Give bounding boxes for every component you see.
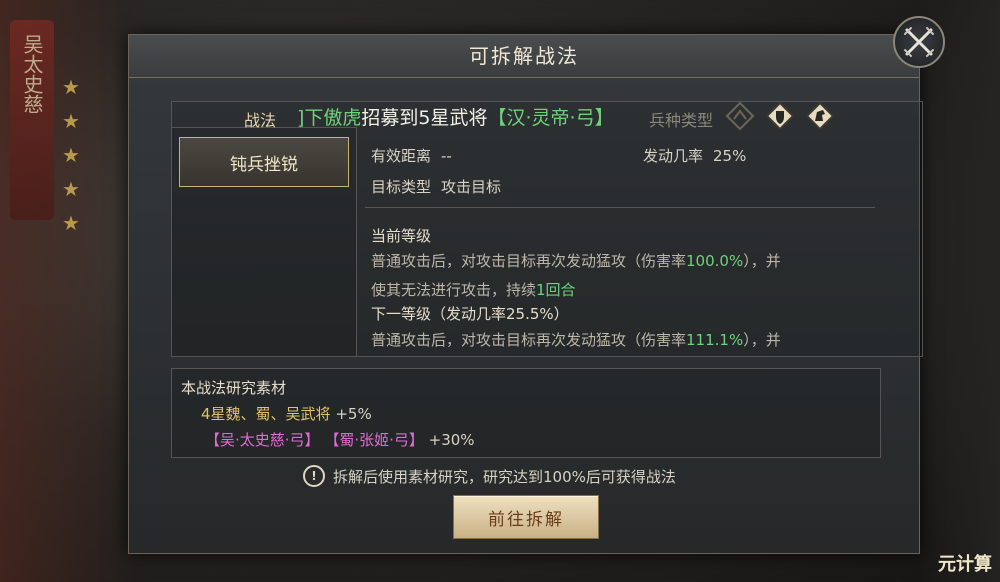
- divider: [365, 207, 875, 208]
- dismantle-skill-dialog: 可拆解战法 钝兵挫锐 战法 ]下傲虎招募到5星武将【汉·灵帝·弓】 兵种类型 有…: [128, 34, 923, 554]
- troop-type-label: 兵种类型: [649, 111, 714, 130]
- rate-row: 发动几率 25%: [643, 145, 746, 166]
- current-level-title: 当前等级: [371, 227, 432, 245]
- next-desc-line1: 普通攻击后，对攻击目标再次发动猛攻（伤害率111.1%），并: [371, 326, 781, 355]
- shield-icon: [765, 101, 795, 131]
- material-bonus: +5%: [335, 405, 372, 423]
- notice-text: 拆解后使用素材研究，研究达到100%后可获得战法: [333, 467, 676, 486]
- rate-label: 发动几率: [643, 147, 704, 165]
- duration: 1回合: [536, 281, 576, 299]
- horse-icon: [805, 101, 835, 131]
- star-icon: ★: [62, 143, 80, 167]
- materials-line-specific: 【吴·太史慈·弓】 【蜀·张姬·弓】 +30%: [205, 429, 475, 450]
- materials-title: 本战法研究素材: [181, 379, 287, 397]
- damage-rate: 100.0%: [686, 252, 744, 270]
- dialog-header: 可拆解战法: [129, 35, 919, 78]
- banner-text: 吴太史慈: [20, 34, 44, 114]
- star-icon: ★: [62, 177, 80, 201]
- range-row: 有效距离 --: [371, 145, 452, 166]
- desc-text: 普通攻击后，对攻击目标再次发动猛攻（伤害率: [371, 331, 687, 349]
- star-icon: ★: [62, 75, 80, 99]
- material-bonus: +30%: [428, 431, 475, 449]
- crossed-swords-close-icon: [904, 27, 934, 57]
- desc-text: ），并: [743, 331, 781, 349]
- next-level-desc: 普通攻击后，对攻击目标再次发动猛攻（伤害率111.1%），并: [371, 326, 781, 355]
- material-hero-1[interactable]: 【吴·太史慈·弓】: [205, 431, 320, 449]
- damage-rate: 111.1%: [686, 331, 744, 349]
- materials-line-generic: 4星魏、蜀、吴武将 +5%: [201, 403, 372, 424]
- go-dismantle-button[interactable]: 前往拆解: [453, 495, 599, 539]
- marquee-main: 招募到5星武将: [361, 107, 488, 129]
- watermark: 元计算: [938, 554, 992, 575]
- star-icon: ★: [62, 109, 80, 133]
- range-value: --: [441, 147, 452, 165]
- current-desc-line2: 使其无法进行攻击，持续1回合: [371, 276, 781, 305]
- desc-text: 普通攻击后，对攻击目标再次发动猛攻（伤害率: [371, 252, 687, 270]
- desc-text: 使其无法进行攻击，持续: [371, 281, 537, 299]
- target-label: 目标类型: [371, 178, 432, 196]
- next-level-title: 下一等级（发动几率25.5%）: [371, 305, 569, 323]
- star-icon: ★: [62, 211, 80, 235]
- skill-item-selected[interactable]: 钝兵挫锐: [179, 137, 349, 187]
- material-generic-heroes: 4星魏、蜀、吴武将: [201, 405, 331, 423]
- broadcast-marquee: ]下傲虎招募到5星武将【汉·灵帝·弓】: [297, 103, 614, 130]
- rate-value: 25%: [713, 147, 747, 165]
- target-row: 目标类型 攻击目标: [371, 176, 501, 197]
- warning-circle-icon: !: [303, 465, 325, 487]
- range-label: 有效距离: [371, 147, 432, 165]
- dialog-title: 可拆解战法: [469, 44, 579, 68]
- background-scene-right: [920, 0, 1000, 582]
- troop-type-icons: [725, 101, 835, 131]
- close-button[interactable]: [893, 16, 945, 68]
- notice: ! 拆解后使用素材研究，研究达到100%后可获得战法: [303, 465, 676, 487]
- target-value: 攻击目标: [441, 178, 502, 196]
- desc-text: ），并: [743, 252, 781, 270]
- marquee-hero: 【汉·灵帝·弓】: [487, 107, 614, 129]
- marquee-prefix: ]下傲虎: [297, 107, 362, 129]
- current-level-desc: 普通攻击后，对攻击目标再次发动猛攻（伤害率100.0%），并 使其无法进行攻击，…: [371, 247, 781, 305]
- cavalry-icon: [725, 101, 755, 131]
- skill-label: 战法: [244, 111, 277, 130]
- background-banner: 吴太史慈: [10, 20, 54, 220]
- material-hero-2[interactable]: 【蜀·张姬·弓】: [324, 431, 424, 449]
- background-star-rating: ★ ★ ★ ★ ★: [62, 70, 80, 240]
- current-desc-line1: 普通攻击后，对攻击目标再次发动猛攻（伤害率100.0%），并: [371, 247, 781, 276]
